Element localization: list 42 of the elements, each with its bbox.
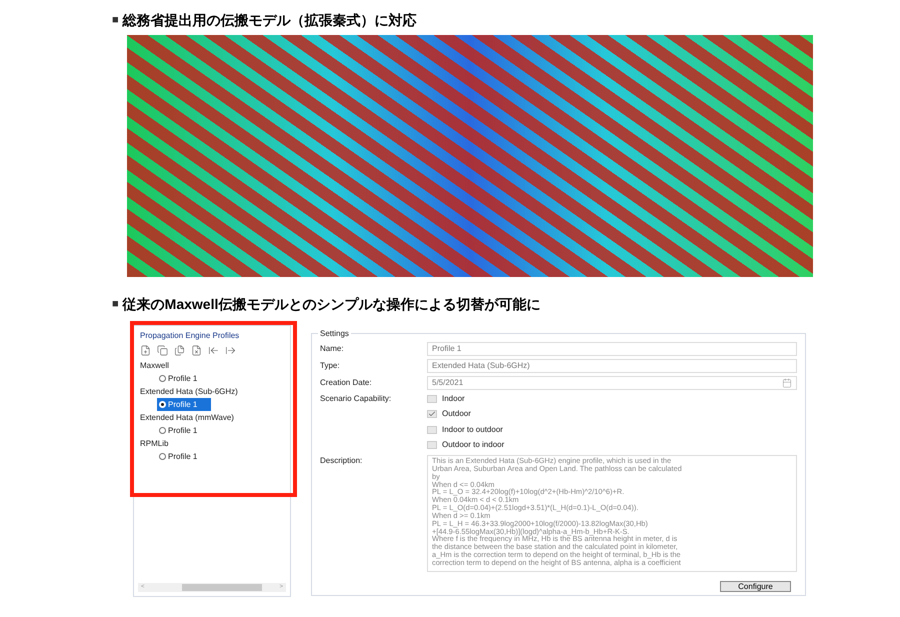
- panel-title: Propagation Engine Profiles: [140, 330, 240, 342]
- engine-group-label: Extended Hata (mmWave): [140, 412, 235, 424]
- section-heading: 総務省提出用の伝搬モデル（拡張秦式）に対応: [122, 10, 417, 30]
- bullet: ■: [112, 296, 119, 312]
- engine-group-label: Maxwell: [140, 360, 170, 372]
- copy-icon[interactable]: [157, 345, 168, 356]
- field-label: Type:: [320, 360, 341, 372]
- new-file-icon[interactable]: [140, 345, 151, 356]
- field-label: Scenario Capability:: [320, 393, 392, 405]
- input-field[interactable]: Extended Hata (Sub-6GHz): [427, 358, 797, 372]
- checkbox-label: Outdoor to indoor: [442, 439, 504, 452]
- engine-group-label: RPMLib: [140, 438, 170, 450]
- bullet: ■: [112, 12, 119, 28]
- section-heading: 従来のMaxwell伝搬モデルとのシンプルな操作による切替が可能に: [122, 294, 540, 314]
- input-field[interactable]: 5/5/2021: [427, 376, 797, 390]
- delete-file-icon[interactable]: [191, 345, 202, 356]
- radio-button[interactable]: [159, 375, 166, 382]
- engine-group-label: Extended Hata (Sub-6GHz): [140, 386, 239, 398]
- radio-button[interactable]: [159, 453, 166, 460]
- configure-button[interactable]: Configure: [720, 581, 791, 592]
- import-icon[interactable]: [208, 345, 219, 356]
- profile-item[interactable]: Profile 1: [157, 372, 211, 385]
- radio-button[interactable]: [159, 427, 166, 434]
- checkbox-label: Indoor to outdoor: [442, 424, 503, 436]
- profile-item[interactable]: Profile 1: [157, 424, 211, 437]
- field-label: Name:: [320, 342, 345, 354]
- files-icon[interactable]: [174, 345, 185, 356]
- profile-item[interactable]: Profile 1: [157, 398, 211, 411]
- scroll-thumb[interactable]: [182, 584, 262, 591]
- profile-item[interactable]: Profile 1: [157, 450, 211, 463]
- calendar-icon[interactable]: [782, 378, 792, 388]
- export-icon[interactable]: [225, 345, 236, 356]
- checkbox[interactable]: [427, 441, 437, 450]
- checkbox-label: Indoor: [442, 392, 465, 405]
- panel-title: Settings: [318, 328, 351, 340]
- checkbox[interactable]: [427, 410, 437, 418]
- checkbox-label: Outdoor: [442, 408, 471, 420]
- field-label: Creation Date:: [320, 376, 373, 388]
- input-field[interactable]: Profile 1: [427, 342, 797, 356]
- checkbox[interactable]: [427, 394, 437, 403]
- checkbox[interactable]: [427, 426, 437, 434]
- field-label: Description:: [320, 455, 364, 467]
